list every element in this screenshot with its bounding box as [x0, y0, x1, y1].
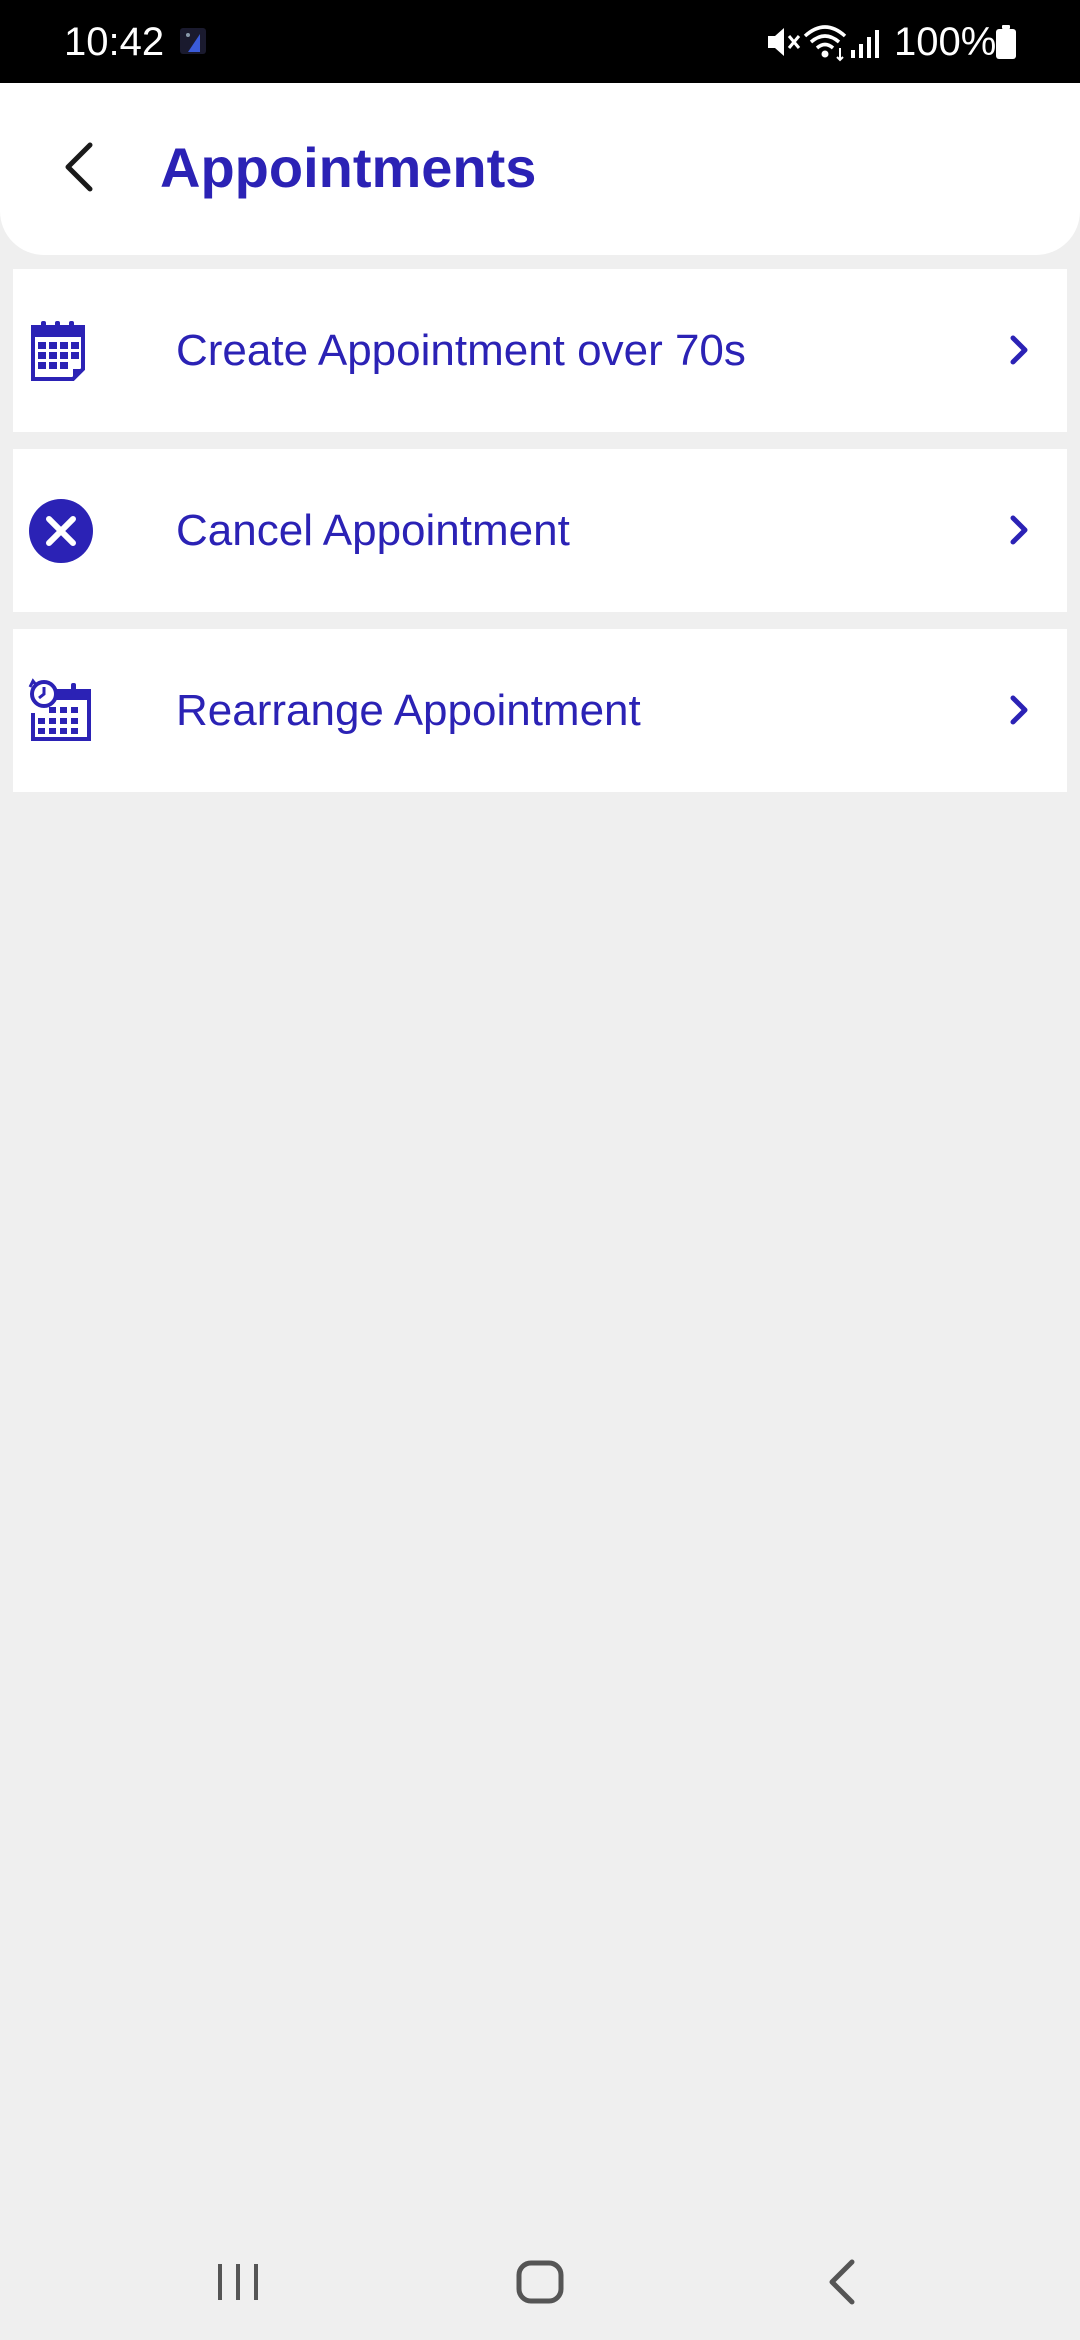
- status-time: 10:42: [64, 20, 165, 64]
- chevron-right-icon: [1010, 695, 1028, 725]
- battery-percentage: 100%: [894, 20, 997, 64]
- cancel-appointment-item[interactable]: Cancel Appointment: [13, 449, 1067, 612]
- signal-icon: [851, 30, 879, 58]
- app-notification-icon: [180, 28, 206, 54]
- calendar-clock-icon: [28, 678, 91, 741]
- battery-icon: [996, 25, 1016, 59]
- cancel-appointment-label: Cancel Appointment: [176, 506, 570, 555]
- chevron-left-icon: [65, 142, 93, 192]
- app-header: Appointments: [0, 83, 1080, 255]
- create-appointment-item[interactable]: Create Appointment over 70s: [13, 269, 1067, 432]
- rearrange-appointment-item[interactable]: Rearrange Appointment: [13, 629, 1067, 792]
- status-icons: 100%: [740, 0, 1080, 83]
- back-icon[interactable]: [818, 2256, 866, 2308]
- chevron-right-icon: [1010, 335, 1028, 365]
- page-title: Appointments: [160, 136, 537, 199]
- status-bar: 10:42 100%: [0, 0, 1080, 83]
- system-nav-bar: [0, 2220, 1080, 2340]
- wifi-icon: [803, 25, 847, 62]
- chevron-right-icon: [1010, 515, 1028, 545]
- rearrange-appointment-label: Rearrange Appointment: [176, 686, 641, 735]
- back-button[interactable]: [40, 127, 120, 207]
- create-appointment-label: Create Appointment over 70s: [176, 326, 746, 375]
- mute-icon: [768, 28, 801, 56]
- calendar-icon: [31, 321, 85, 381]
- home-icon[interactable]: [510, 2256, 570, 2308]
- cancel-circle-icon: [29, 499, 93, 563]
- recents-icon[interactable]: [210, 2258, 266, 2306]
- appointments-menu: Create Appointment over 70s Cancel Appoi…: [13, 269, 1067, 809]
